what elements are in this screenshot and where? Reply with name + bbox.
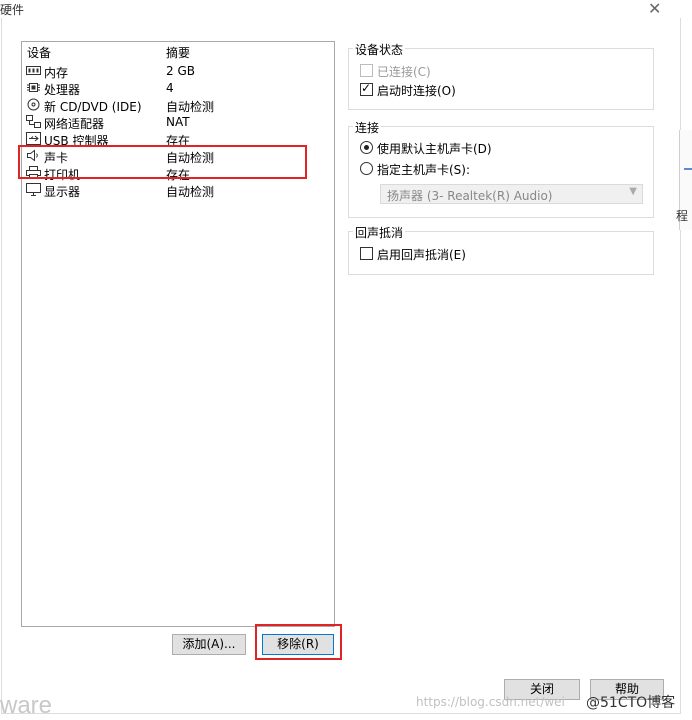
device-name: 显示器 [44, 185, 81, 199]
specify-sound-card-radio[interactable] [360, 162, 373, 175]
device-summary: 自动检测 [166, 185, 215, 199]
highlight-annotation-remove [255, 624, 342, 660]
host-sound-card-select: 扬声器 (3- Realtek(R) Audio) ▼ [380, 184, 643, 204]
connected-checkbox [360, 64, 373, 77]
network-adapter-icon [26, 115, 41, 128]
connect-at-power-on-label[interactable]: 启动时连接(O) [377, 82, 456, 99]
cd-dvd-icon [27, 98, 40, 111]
connected-label: 已连接(C) [377, 65, 431, 79]
connect-at-power-on-checkbox[interactable]: ✓ [360, 81, 373, 96]
title-bar: 硬件 ✕ [0, 0, 692, 18]
device-row-processor[interactable]: 处理器 4 [22, 79, 334, 97]
background-window-text: 程 [676, 209, 689, 223]
enable-echo-cancel-label[interactable]: 启用回声抵消(E) [377, 246, 466, 263]
watermark-brand: @51CTO博客 [586, 695, 676, 711]
echo-cancel-title: 回声抵消 [353, 224, 406, 241]
column-header-device[interactable]: 设备 [27, 44, 51, 61]
use-default-sound-card-radio[interactable] [360, 141, 373, 154]
device-row-cd-dvd[interactable]: 新 CD/DVD (IDE) 自动检测 [22, 96, 334, 114]
device-summary: NAT [166, 115, 190, 129]
checkmark-icon: ✓ [361, 81, 372, 95]
device-row-network-adapter[interactable]: 网络适配器 NAT [22, 113, 334, 131]
window-title: 硬件 [0, 3, 25, 17]
background-accent [684, 168, 692, 182]
device-row-memory[interactable]: 内存 2 GB [22, 62, 334, 80]
watermark-url: https://blog.csdn.net/wei [416, 695, 565, 709]
device-status-title: 设备状态 [353, 41, 406, 58]
use-default-sound-card-label[interactable]: 使用默认主机声卡(D) [377, 140, 492, 157]
chevron-down-icon: ▼ [629, 186, 637, 197]
display-icon [26, 183, 41, 196]
highlight-annotation-rows [18, 145, 307, 179]
usb-controller-icon [26, 132, 41, 145]
enable-echo-cancel-checkbox[interactable] [360, 247, 373, 260]
add-button[interactable]: 添加(A)... [172, 634, 246, 655]
radio-selected-dot [364, 145, 369, 150]
memory-icon [26, 66, 41, 75]
specify-sound-card-label[interactable]: 指定主机声卡(S): [377, 161, 470, 178]
connection-title: 连接 [353, 119, 382, 136]
processor-icon [27, 83, 40, 92]
device-summary: 4 [166, 81, 174, 95]
column-header-summary[interactable]: 摘要 [166, 44, 190, 61]
device-list-header: 设备 摘要 [22, 42, 334, 61]
device-summary: 2 GB [166, 64, 195, 78]
host-sound-card-value: 扬声器 (3- Realtek(R) Audio) [387, 189, 553, 203]
close-icon[interactable]: ✕ [648, 0, 661, 18]
device-list[interactable]: 设备 摘要 内存 2 GB 处理器 4 新 CD/DVD (IDE) 自动检测 [21, 41, 335, 627]
background-ware-text: ware [0, 692, 53, 719]
device-row-display[interactable]: 显示器 自动检测 [22, 181, 334, 199]
